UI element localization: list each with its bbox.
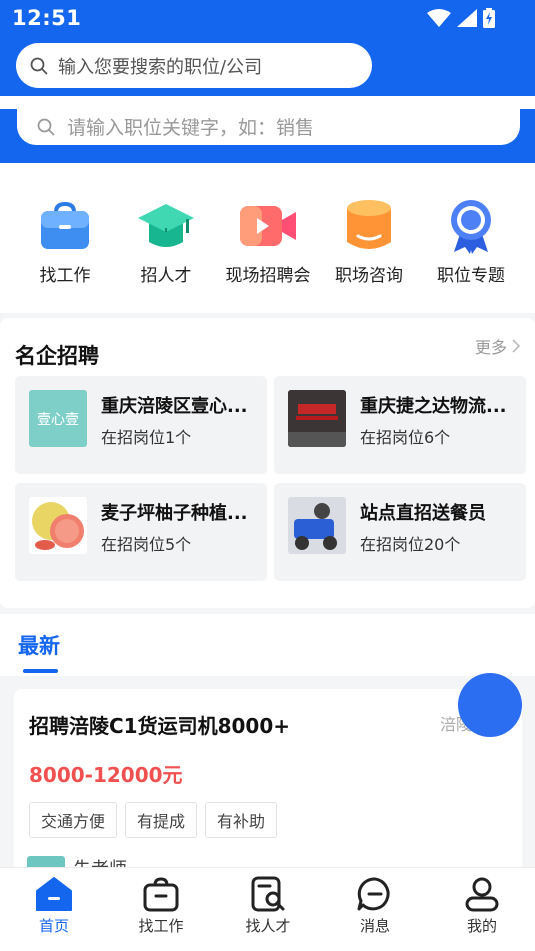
company-logo: [29, 497, 87, 554]
job-tag: 有补助: [205, 802, 278, 838]
quick-label: 招人才: [140, 266, 192, 286]
tab-indicator: [23, 669, 58, 673]
search-bar-top[interactable]: 输入您要搜索的职位/公司: [16, 43, 372, 88]
job-card[interactable]: 招聘涪陵C1货运司机8000+ 涪陵 8000-12000元 交通方便 有提成 …: [14, 689, 522, 889]
logo-text: 壹心壹: [37, 411, 79, 428]
user-icon: [465, 877, 499, 912]
status-bar: 12:51: [0, 0, 535, 36]
badge-icon: [451, 200, 491, 254]
search-icon: [37, 118, 55, 135]
message-icon: [357, 877, 390, 911]
company-name: 重庆涪陵区壹心...: [101, 396, 248, 417]
wifi-icon: [427, 9, 451, 27]
quick-career-consult[interactable]: 职场咨询: [319, 198, 419, 286]
company-logo: 壹心壹: [29, 390, 87, 447]
company-job-count: 在招岗位6个: [360, 428, 451, 447]
job-tag: 有提成: [125, 802, 198, 838]
latest-tab-bar: 最新: [0, 614, 535, 676]
status-time: 12:51: [12, 6, 82, 30]
graduation-cap-icon: [138, 204, 194, 247]
quick-label: 现场招聘会: [225, 266, 311, 286]
company-card[interactable]: 壹心壹 重庆涪陵区壹心... 在招岗位1个: [15, 376, 267, 474]
company-logo: [288, 497, 346, 554]
company-job-count: 在招岗位5个: [101, 535, 192, 554]
tab-label: 找人才: [245, 917, 291, 935]
more-link[interactable]: 更多: [475, 334, 521, 358]
pomelo-photo: [32, 502, 84, 550]
battery-icon: [483, 8, 495, 28]
more-label: 更多: [474, 338, 507, 357]
company-card[interactable]: 重庆捷之达物流... 在招岗位6个: [274, 376, 526, 474]
tab-find-talent[interactable]: 找人才: [218, 876, 318, 936]
tab-label: 我的: [466, 917, 497, 935]
search-placeholder-keyword: 请输入职位关键字，如：销售: [67, 117, 315, 139]
job-tags: 交通方便 有提成 有补助: [29, 802, 278, 838]
search-placeholder-top: 输入您要搜索的职位/公司: [58, 56, 263, 78]
quick-menu: 找工作 招人才 现场招聘会 职场咨询 职位专题: [0, 163, 535, 313]
company-name: 站点直招送餐员: [360, 503, 486, 524]
search-person-icon: [251, 876, 285, 912]
home-icon: [36, 877, 72, 911]
tab-label: 首页: [38, 917, 69, 935]
tab-home[interactable]: 首页: [4, 876, 104, 936]
quick-job-topics[interactable]: 职位专题: [421, 198, 521, 286]
tab-find-job[interactable]: 找工作: [111, 876, 211, 936]
tab-messages[interactable]: 消息: [325, 876, 425, 936]
tab-latest[interactable]: 最新: [18, 630, 60, 660]
company-job-count: 在招岗位20个: [360, 535, 461, 554]
company-name: 重庆捷之达物流...: [360, 396, 507, 417]
briefcase-icon: [41, 201, 89, 249]
quick-find-job[interactable]: 找工作: [15, 198, 115, 286]
app-screen: 12:51 输入您要搜索的职位/公司 请输入职位关键字，如：销售 找工作 招人才…: [0, 0, 535, 951]
search-icon: [30, 57, 48, 74]
bag-icon: [143, 877, 179, 912]
company-card[interactable]: 麦子坪柚子种植... 在招岗位5个: [15, 483, 267, 581]
tab-label: 消息: [359, 917, 390, 935]
quick-label: 职场咨询: [335, 266, 403, 286]
quick-find-talent[interactable]: 招人才: [116, 198, 216, 286]
company-name: 麦子坪柚子种植...: [101, 503, 248, 524]
delivery-photo: [288, 497, 346, 554]
quick-job-fair[interactable]: 现场招聘会: [218, 198, 318, 286]
job-tag: 交通方便: [29, 802, 118, 838]
company-card[interactable]: 站点直招送餐员 在招岗位20个: [274, 483, 526, 581]
section-title: 名企招聘: [15, 344, 99, 368]
tab-label: 找工作: [138, 917, 184, 935]
signal-icon: [457, 9, 477, 27]
floating-action-button[interactable]: [458, 673, 522, 737]
company-photo: [288, 390, 346, 447]
company-logo: [288, 390, 346, 447]
bottom-tab-bar: 首页 找工作 找人才 消息 我的: [0, 867, 535, 951]
famous-companies-section: 名企招聘 更多 壹心壹 重庆涪陵区壹心... 在招岗位1个 重庆捷之达物流...…: [0, 318, 535, 608]
job-title: 招聘涪陵C1货运司机8000+: [29, 714, 291, 738]
chevron-right-icon: [512, 339, 521, 353]
company-job-count: 在招岗位1个: [101, 428, 192, 447]
search-bar-keyword[interactable]: 请输入职位关键字，如：销售: [17, 108, 520, 145]
job-salary: 8000-12000元: [29, 763, 183, 787]
database-icon: [347, 200, 391, 249]
quick-label: 找工作: [39, 266, 91, 286]
quick-label: 职位专题: [437, 266, 505, 286]
video-camera-icon: [240, 206, 296, 246]
tab-profile[interactable]: 我的: [432, 876, 532, 936]
